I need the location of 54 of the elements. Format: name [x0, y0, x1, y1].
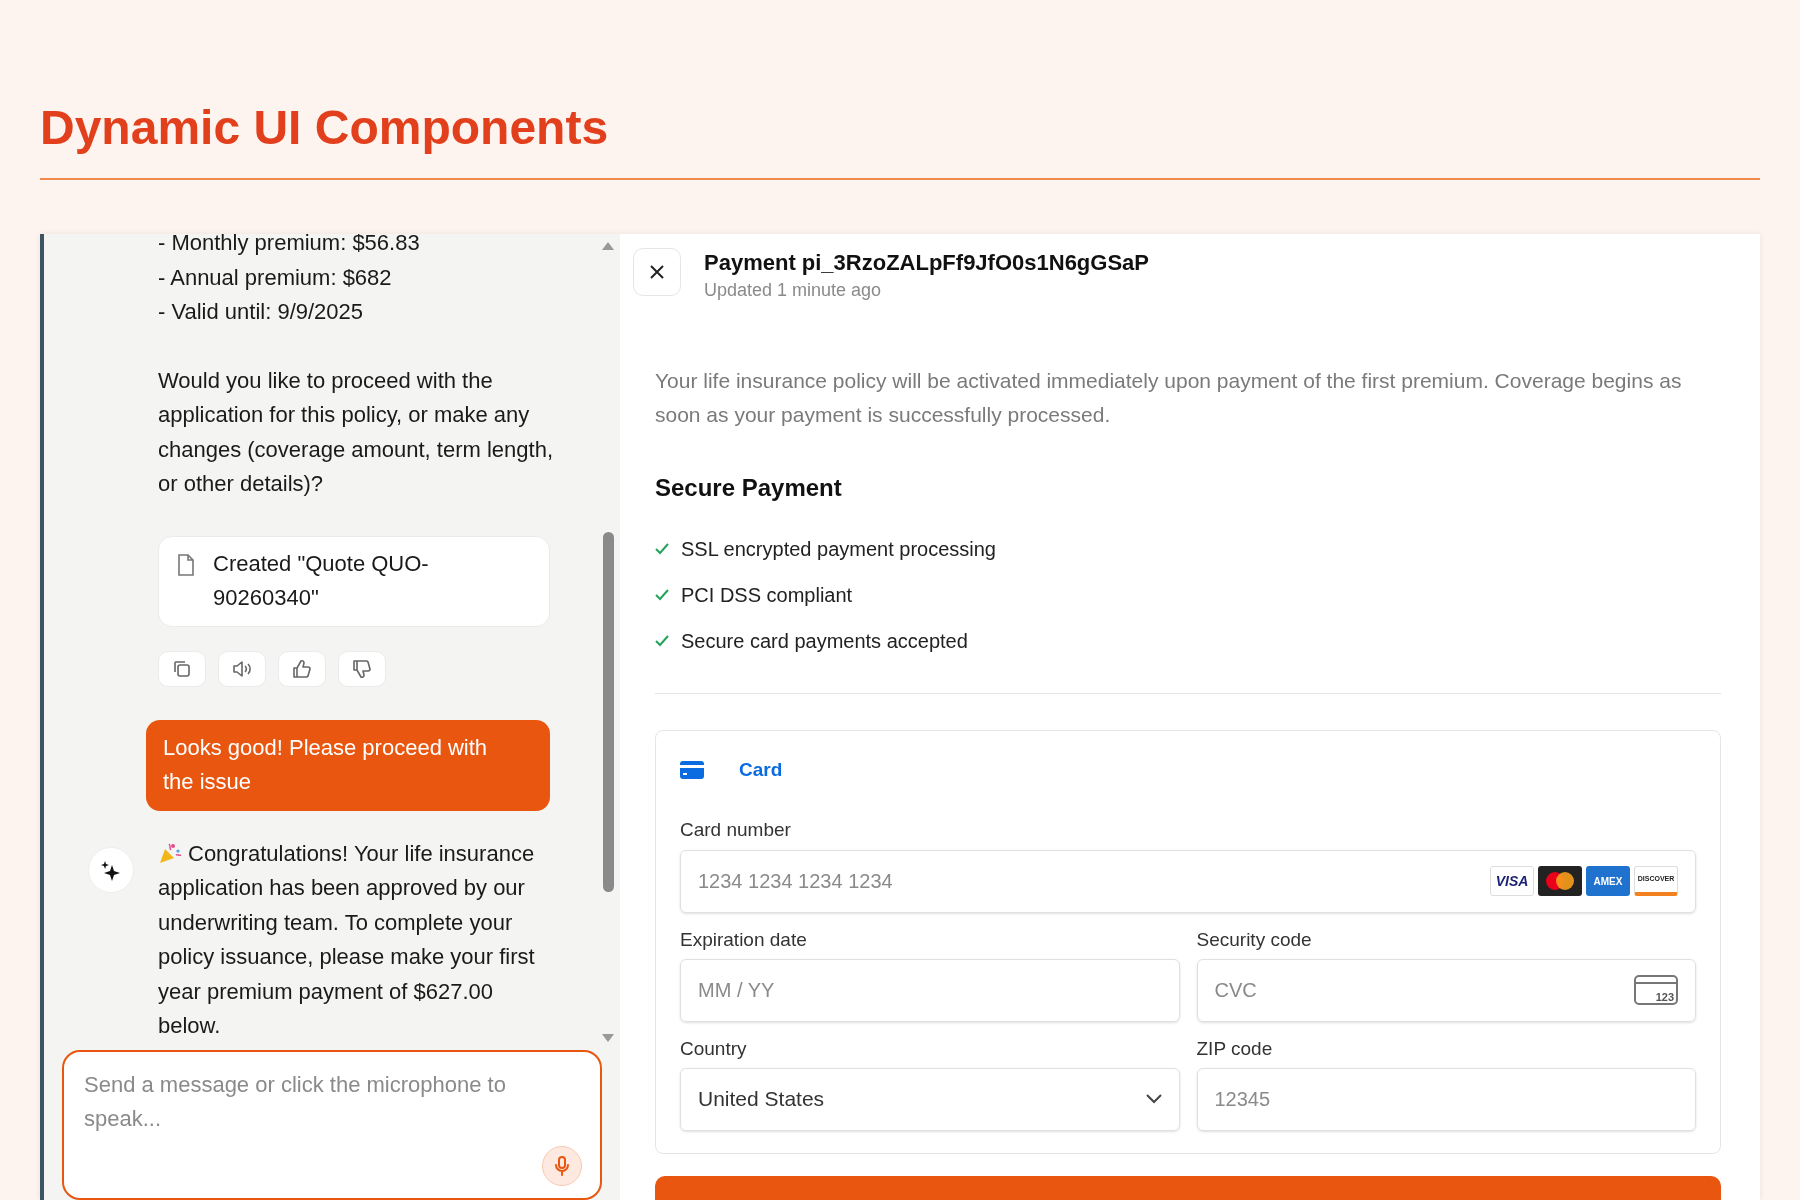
field-placeholder: 12345: [1214, 1087, 1271, 1112]
visa-logo: VISA: [1490, 866, 1534, 896]
page-title: Dynamic UI Components: [40, 100, 609, 156]
microphone-button[interactable]: [542, 1146, 582, 1186]
payment-method-tab[interactable]: Card: [680, 756, 783, 785]
feature-item: Secure card payments accepted: [681, 629, 968, 654]
country-select[interactable]: United States: [680, 1067, 1180, 1131]
scroll-thumb[interactable]: [602, 532, 614, 892]
microphone-icon: [554, 1156, 570, 1176]
feature-item: PCI DSS compliant: [681, 583, 853, 608]
intro-paragraph: Your life insurance policy will be activated immediately upon payment of the first premium. Coverage begins as soon as your payment is successfully processed.: [655, 368, 1683, 428]
party-popper-icon: [158, 840, 182, 865]
scroll-up-icon[interactable]: [602, 242, 614, 250]
message-line: - Valid until: 9/9/2025: [158, 298, 364, 326]
thumbs-up-icon: [291, 657, 313, 680]
field-label: Country: [680, 1036, 747, 1061]
artifact-card[interactable]: Created "Quote QUO-90260340": [158, 535, 550, 627]
check-icon: [655, 543, 669, 555]
mastercard-logo: [1538, 866, 1582, 896]
security-code-field[interactable]: CVC 123: [1196, 958, 1696, 1022]
card-icon: [680, 761, 704, 780]
thumbs-down-icon: [351, 657, 373, 680]
updated-time: Updated 1 minute ago: [704, 279, 883, 302]
input-placeholder: Send a message or click the microphone to speak...: [84, 1071, 507, 1133]
thumbs-down-button[interactable]: [338, 650, 386, 687]
document-icon: [177, 553, 195, 576]
message-line: - Monthly premium: $56.83: [158, 234, 420, 257]
field-placeholder: 1234 1234 1234 1234: [698, 869, 894, 894]
feature-item: SSL encrypted payment processing: [681, 537, 996, 562]
section-heading: Secure Payment: [655, 473, 842, 503]
field-placeholder: MM / YY: [698, 978, 775, 1003]
field-placeholder: CVC: [1214, 978, 1258, 1003]
scrollbar[interactable]: [600, 242, 616, 1042]
field-label: Expiration date: [680, 927, 807, 952]
amex-logo: AMEX: [1586, 866, 1630, 896]
cvc-card-icon: 123: [1634, 975, 1678, 1005]
assistant-message: Congratulations! Your life insurance application has been approved by our underwriting team. To complete your policy issuance, please make your first year premium payment of $627.00 below.: [158, 839, 536, 1040]
field-label: ZIP code: [1196, 1036, 1273, 1061]
close-icon: [650, 265, 664, 279]
field-label: Card number: [680, 817, 792, 842]
payment-title: Payment pi_3RzoZALpFf9JfO0s1N6gGSaP: [704, 249, 1149, 277]
check-icon: [655, 635, 669, 647]
chevron-down-icon: [1145, 1094, 1162, 1104]
thumbs-up-button[interactable]: [278, 650, 326, 687]
copy-button[interactable]: [158, 650, 206, 687]
field-label: Security code: [1196, 927, 1312, 952]
message-line: - Annual premium: $682: [158, 263, 392, 292]
check-icon: [655, 589, 669, 601]
artifact-text: Created "Quote QUO-90260340": [213, 549, 430, 612]
scroll-down-icon[interactable]: [602, 1034, 614, 1042]
close-button[interactable]: [633, 248, 681, 296]
user-message: Looks good! Please proceed with the issue: [146, 719, 550, 811]
assistant-message: Would you like to proceed with the application for this policy, or make any changes (coverage amount, term length, or other details)?: [158, 366, 554, 498]
read-aloud-button[interactable]: [218, 650, 266, 687]
